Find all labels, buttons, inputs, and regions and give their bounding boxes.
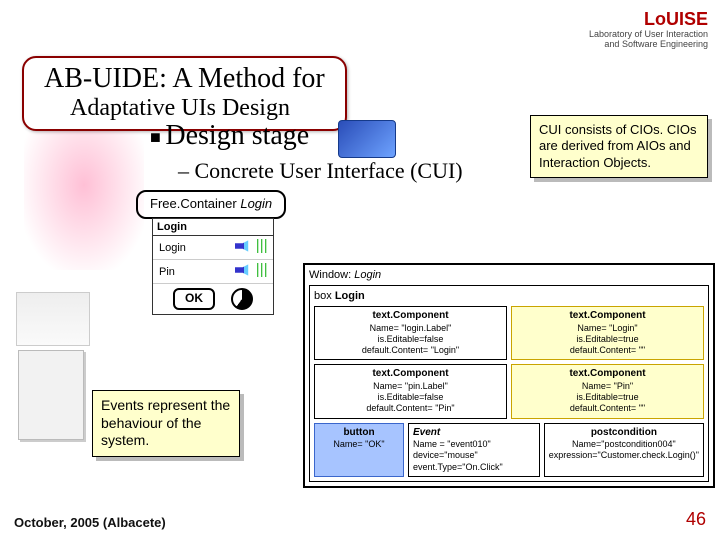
clock-icon	[231, 288, 253, 310]
tc-prop: default.Content= ""	[516, 345, 699, 356]
tc-login: text.Component Name= "Login" is.Editable…	[511, 306, 704, 360]
tc-pin-label: text.Component Name= "pin.Label" is.Edit…	[314, 364, 507, 418]
login-row-label: Login	[159, 242, 186, 254]
tc-title: text.Component	[516, 310, 699, 323]
free-container-box: Free.Container Login	[136, 190, 286, 219]
tc-title: text.Component	[319, 368, 502, 381]
tc-pin: text.Component Name= "Pin" is.Editable=t…	[511, 364, 704, 418]
postcondition-prop: Name="postcondition004"	[549, 439, 699, 450]
event-spec: Event Name = "event010" device="mouse" e…	[408, 423, 540, 477]
event-prop: event.Type="On.Click"	[413, 462, 535, 473]
login-widget: Login Login Pin OK	[152, 218, 274, 315]
free-container-label: Free.Container	[150, 196, 237, 211]
tc-prop: Name= "Login"	[516, 323, 699, 334]
tc-prop: Name= "Pin"	[516, 381, 699, 392]
tc-prop: is.Editable=true	[516, 392, 699, 403]
logo-tagline-1: Laboratory of User Interaction	[589, 29, 708, 39]
login-row: Login	[153, 236, 273, 260]
window-login: Window: Login box Login text.Component N…	[303, 263, 715, 488]
tc-title: text.Component	[516, 368, 699, 381]
login-widget-header: Login	[153, 219, 273, 236]
slide-title-line1: AB-UIDE: A Method for	[44, 64, 325, 95]
free-container-value: Login	[240, 196, 272, 211]
postcondition-prop: expression="Customer.check.Login()"	[549, 450, 699, 461]
tc-title: text.Component	[319, 310, 502, 323]
tc-prop: is.Editable=false	[319, 392, 502, 403]
footer-date-location: October, 2005 (Albacete)	[14, 515, 166, 530]
credit-card-icon	[338, 120, 396, 158]
event-prop: device="mouse"	[413, 450, 535, 461]
event-prop: Name = "event010"	[413, 439, 535, 450]
pin-row: Pin	[153, 260, 273, 284]
button-spec: button Name= "OK"	[314, 423, 404, 477]
window-label: Window:	[309, 269, 351, 281]
tc-prop: Name= "login.Label"	[319, 323, 502, 334]
tc-prop: Name= "pin.Label"	[319, 381, 502, 392]
lab-logo: LoUISE Laboratory of User Interaction an…	[589, 10, 708, 50]
tc-login-label: text.Component Name= "login.Label" is.Ed…	[314, 306, 507, 360]
tc-prop: default.Content= "Login"	[319, 345, 502, 356]
bullet-design-stage: Design stage	[150, 120, 309, 152]
box-label: box	[314, 290, 332, 302]
login-dialog-thumbnail	[18, 350, 84, 440]
pin-row-label: Pin	[159, 266, 175, 278]
tc-prop: is.Editable=true	[516, 334, 699, 345]
button-prop: Name= "OK"	[319, 439, 399, 450]
speaker-icon	[235, 239, 257, 253]
box-login: box Login text.Component Name= "login.La…	[309, 285, 709, 482]
box-name: Login	[335, 290, 365, 302]
ok-button[interactable]: OK	[173, 288, 215, 310]
postcondition-title: postcondition	[549, 427, 699, 440]
bullet-cui: – Concrete User Interface (CUI)	[178, 158, 463, 184]
button-title: button	[319, 427, 399, 440]
speaker-icon	[235, 263, 257, 277]
tc-prop: default.Content= ""	[516, 403, 699, 414]
slide-title-line2: Adaptative UIs Design	[70, 95, 325, 121]
tc-prop: is.Editable=false	[319, 334, 502, 345]
window-name: Login	[354, 269, 381, 281]
callout-cui: CUI consists of CIOs. CIOs are derived f…	[530, 115, 708, 178]
logo-tagline-2: and Software Engineering	[604, 39, 708, 49]
logo-text: LoUISE	[644, 9, 708, 29]
event-title: Event	[413, 427, 535, 440]
sound-waves-icon	[257, 239, 267, 253]
postcondition-spec: postcondition Name="postcondition004" ex…	[544, 423, 704, 477]
tc-prop: default.Content= "Pin"	[319, 403, 502, 414]
callout-events: Events represent the behaviour of the sy…	[92, 390, 240, 457]
page-number: 46	[686, 509, 706, 530]
sound-waves-icon	[257, 263, 267, 277]
diagram-thumbnail	[16, 292, 90, 346]
